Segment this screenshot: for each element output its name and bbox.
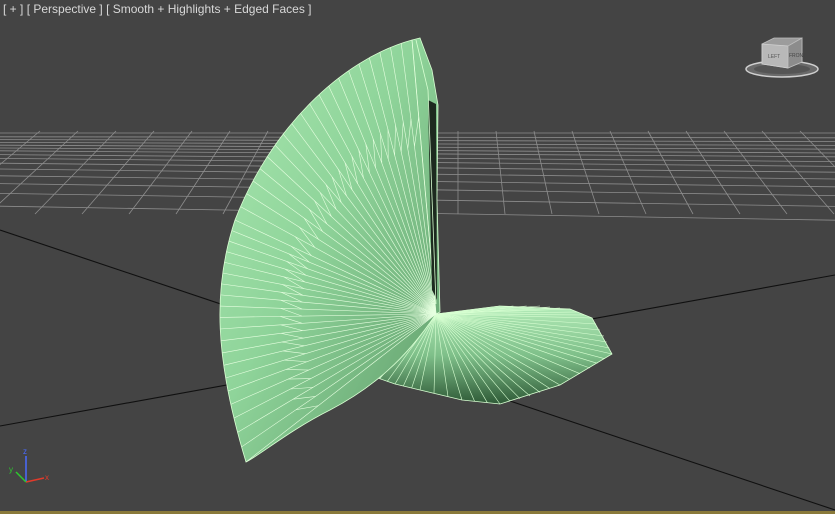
grid-line: [609, 130, 647, 215]
grid-line: [128, 130, 193, 215]
axis-y-label: y: [9, 465, 13, 474]
mesh-object[interactable]: [219, 37, 613, 463]
viewport-plus-menu[interactable]: [ + ]: [3, 2, 23, 16]
grid-line: [723, 130, 788, 215]
grid-line: [81, 130, 155, 215]
grid-line: [761, 130, 835, 215]
viewport-scene: [0, 37, 835, 511]
viewport-label-menu: [ + ] [ Perspective ] [ Smooth + Highlig…: [3, 2, 312, 16]
mesh-upper-fan: [219, 37, 441, 463]
viewport-shading-menu[interactable]: [ Smooth + Highlights + Edged Faces ]: [106, 2, 311, 16]
grid-line: [647, 130, 694, 215]
viewcube-face-front: FRONT: [789, 53, 806, 59]
axis-z-label: z: [23, 447, 27, 456]
perspective-viewport[interactable]: [ + ] [ Perspective ] [ Smooth + Highlig…: [0, 0, 835, 514]
grid-line: [685, 130, 741, 215]
axis-x-label: x: [45, 473, 49, 482]
grid-line: [571, 130, 600, 215]
viewcube-icon[interactable]: LEFT FRONT: [744, 36, 820, 80]
axis-tripod-icon: z x y: [9, 447, 49, 483]
grid-line: [0, 130, 41, 166]
viewcube-face-left: LEFT: [768, 54, 780, 60]
viewport-view-menu[interactable]: [ Perspective ]: [27, 2, 103, 16]
grid-line: [34, 130, 117, 215]
grid-line: [0, 130, 79, 204]
